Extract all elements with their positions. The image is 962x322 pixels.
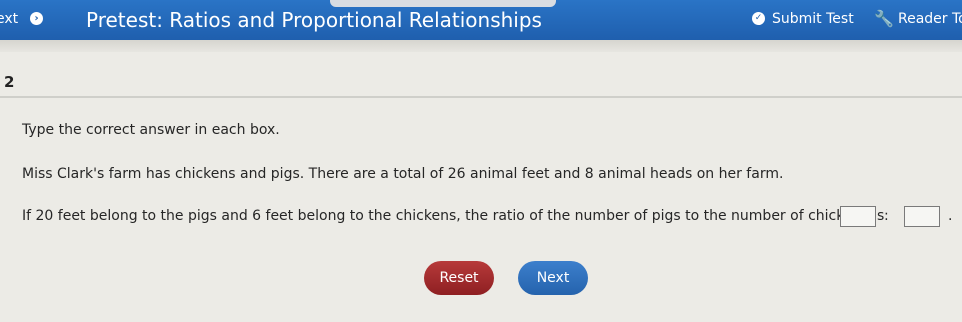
reader-tools-button[interactable]: Reader To [898,11,962,27]
arrow-right-icon[interactable]: › [30,12,43,25]
top-tab-handle [330,0,556,7]
reset-button[interactable]: Reset [424,261,494,295]
question-number: 2 [4,73,15,91]
pigs-answer-input[interactable] [840,206,876,227]
divider [0,96,962,98]
context-text: Miss Clark's farm has chickens and pigs.… [22,166,784,182]
next-question-link[interactable]: ext [0,11,18,27]
submit-test-button[interactable]: Submit Test [772,11,854,27]
chickens-answer-input[interactable] [904,206,940,227]
end-period: . [948,208,953,224]
prompt-text: If 20 feet belong to the pigs and 6 feet… [22,208,885,224]
check-circle-icon[interactable]: ✓ [752,12,765,25]
top-bar: ext › Pretest: Ratios and Proportional R… [0,0,962,40]
instruction-text: Type the correct answer in each box. [22,122,280,138]
next-button[interactable]: Next [518,261,588,295]
wrench-icon[interactable]: 🔧 [874,9,894,28]
sub-header-bar [0,40,962,52]
page-title: Pretest: Ratios and Proportional Relatio… [86,8,542,32]
ratio-separator: : [884,208,889,224]
